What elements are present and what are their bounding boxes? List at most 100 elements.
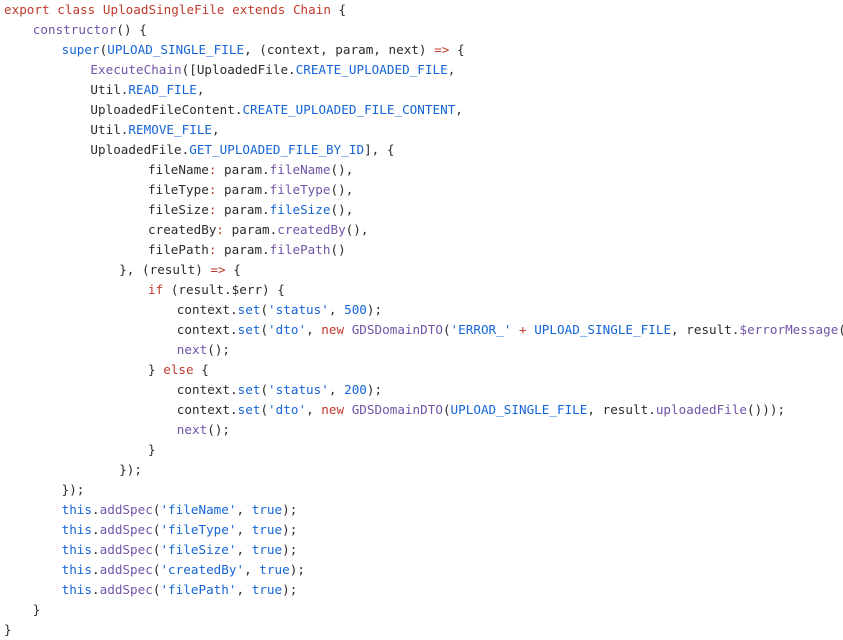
code-token-plain: (),: [330, 182, 354, 197]
code-token-plain: );: [366, 302, 383, 317]
code-token-plain: (: [260, 322, 269, 337]
code-token-const: UPLOAD_SINGLE_FILE: [534, 322, 672, 337]
code-token-plain: ,: [236, 502, 252, 517]
code-token-kw: extends: [232, 2, 286, 17]
code-line: }: [0, 600, 843, 620]
code-token-fn: filePath: [269, 242, 331, 257]
code-line: Util.READ_FILE,: [0, 80, 843, 100]
code-token-kw: =>: [434, 42, 450, 57]
code-token-plain: (),: [330, 202, 354, 217]
code-token-plain: UploadedFile.: [90, 142, 190, 157]
code-token-plain: fileName: [148, 162, 209, 177]
code-line: context.set('status', 500);: [0, 300, 843, 320]
code-token-kw: Chain: [292, 2, 331, 17]
code-token-const: GET_UPLOADED_FILE_BY_ID: [189, 142, 365, 157]
code-token-str: 'dto': [268, 322, 307, 337]
code-token-const: set: [237, 402, 261, 417]
code-token-fn: addSpec: [99, 542, 153, 557]
code-line: next();: [0, 340, 843, 360]
code-token-plain: .: [92, 582, 100, 597]
code-token-const: UPLOAD_SINGLE_FILE: [107, 42, 245, 57]
code-token-fn: $errorMessage: [739, 322, 839, 337]
code-token-fn: addSpec: [99, 522, 153, 537]
code-token-colon: :: [216, 222, 225, 237]
code-token-plain: ()));: [838, 322, 843, 337]
code-token-plain: }, (result): [119, 262, 211, 277]
code-token-fn: next: [176, 422, 208, 437]
code-token-plain: {: [225, 262, 241, 277]
code-line: });: [0, 460, 843, 480]
code-token-const: set: [237, 302, 261, 317]
code-token-const: true: [251, 522, 283, 537]
code-token-const: this: [61, 522, 93, 537]
code-token-str: 'createdBy': [160, 562, 245, 577]
code-token-str: 'status': [268, 302, 329, 317]
code-token-plain: ,: [328, 382, 345, 397]
code-line: UploadedFile.GET_UPLOADED_FILE_BY_ID], {: [0, 140, 843, 160]
code-token-plain: ,: [236, 582, 252, 597]
code-token-plain: {: [330, 2, 347, 17]
code-line: if (result.$err) {: [0, 280, 843, 300]
code-token-plain: ();: [207, 342, 231, 357]
code-token-plain: {: [449, 42, 465, 57]
code-line: this.addSpec('fileName', true);: [0, 500, 843, 520]
code-token-plain: ,: [244, 562, 260, 577]
code-token-kw: new: [321, 402, 345, 417]
code-token-plain: );: [282, 522, 298, 537]
code-line: export class UploadSingleFile extends Ch…: [0, 0, 843, 20]
code-line: UploadedFileContent.CREATE_UPLOADED_FILE…: [0, 100, 843, 120]
code-token-plain: context.: [176, 302, 238, 317]
code-token-kw: new: [321, 322, 345, 337]
code-token-plain: Util.: [90, 82, 129, 97]
code-token-plain: }: [148, 362, 164, 377]
code-token-str: 'ERROR_': [450, 322, 512, 337]
code-token-fn: addSpec: [99, 582, 153, 597]
code-token-plain: ();: [207, 422, 231, 437]
code-line: next();: [0, 420, 843, 440]
code-token-plain: createdBy: [148, 222, 217, 237]
code-line: this.addSpec('createdBy', true);: [0, 560, 843, 580]
code-token-const: CREATE_UPLOADED_FILE_CONTENT: [242, 102, 456, 117]
code-token-plain: , result.: [671, 322, 740, 337]
code-token-plain: );: [289, 562, 305, 577]
code-token-plain: ,: [236, 542, 252, 557]
code-token-fn: next: [176, 342, 208, 357]
code-token-plain: ,: [328, 302, 345, 317]
code-token-const: fileSize: [269, 202, 331, 217]
code-token-const: this: [61, 582, 93, 597]
code-token-plain: ,: [306, 322, 322, 337]
code-token-const: REMOVE_FILE: [128, 122, 213, 137]
code-token-kw: +: [518, 322, 527, 337]
code-token-plain: fileSize: [148, 202, 209, 217]
code-token-plain: context.: [176, 402, 238, 417]
code-token-plain: param.: [216, 202, 270, 217]
code-line: context.set('dto', new GDSDomainDTO('ERR…: [0, 320, 843, 340]
code-token-str: 'fileType': [160, 522, 237, 537]
code-token-plain: ,: [455, 102, 463, 117]
code-token-plain: (: [260, 382, 269, 397]
code-token-fn: fileType: [269, 182, 331, 197]
code-token-plain: () {: [116, 22, 147, 37]
code-token-plain: (),: [345, 222, 369, 237]
code-line: });: [0, 480, 843, 500]
code-token-plain: (: [260, 402, 269, 417]
code-token-fn: addSpec: [99, 562, 153, 577]
code-line: super(UPLOAD_SINGLE_FILE, (context, para…: [0, 40, 843, 60]
code-token-plain: (),: [330, 162, 354, 177]
code-line: }: [0, 440, 843, 460]
code-token-plain: filePath: [148, 242, 209, 257]
code-token-str: 'filePath': [160, 582, 237, 597]
code-line: context.set('status', 200);: [0, 380, 843, 400]
code-token-plain: Util.: [90, 122, 129, 137]
code-token-plain: , (context, param, next): [244, 42, 435, 57]
code-token-plain: param.: [224, 222, 278, 237]
code-line: constructor() {: [0, 20, 843, 40]
code-editor-view: export class UploadSingleFile extends Ch…: [0, 0, 843, 639]
code-line: createdBy: param.createdBy(),: [0, 220, 843, 240]
code-token-fn: addSpec: [99, 502, 153, 517]
code-token-fn: uploadedFile: [655, 402, 748, 417]
code-token-fn: GDSDomainDTO: [351, 402, 443, 417]
